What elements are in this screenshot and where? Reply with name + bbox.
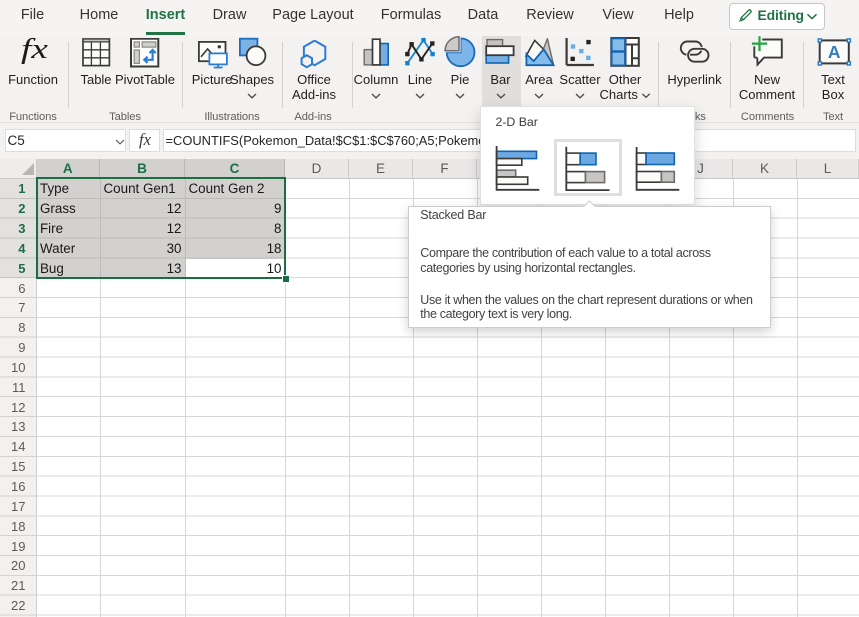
svg-text:A: A: [828, 42, 841, 62]
